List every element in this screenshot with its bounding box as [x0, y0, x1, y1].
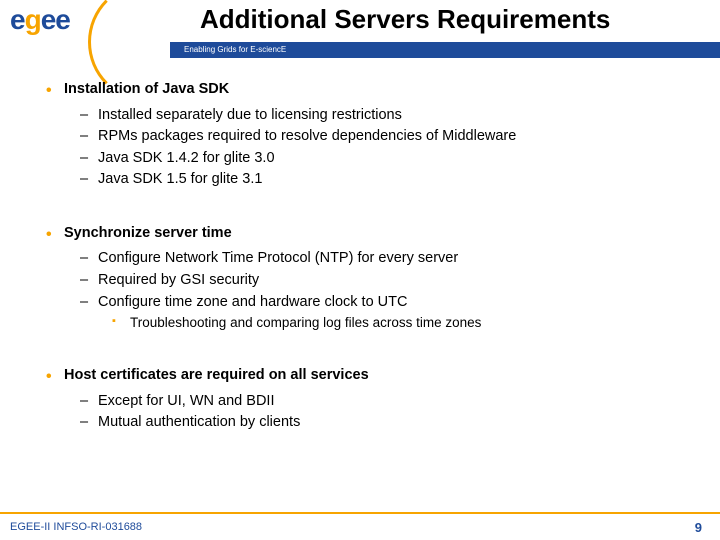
egee-logo: egee: [0, 0, 170, 60]
bullet-head: Installation of Java SDK: [44, 80, 690, 100]
sub-bullet: Installed separately due to licensing re…: [44, 106, 690, 126]
bullet-host-certs: Host certificates are required on all se…: [44, 366, 690, 433]
sub-bullet: RPMs packages required to resolve depend…: [44, 127, 690, 147]
slide-title: Additional Servers Requirements: [170, 0, 720, 35]
sub-bullet: Required by GSI security: [44, 271, 690, 291]
sub-bullet: Except for UI, WN and BDII: [44, 392, 690, 412]
bullet-java-sdk: Installation of Java SDK Installed separ…: [44, 80, 690, 190]
sub-sub-bullet: Troubleshooting and comparing log files …: [44, 314, 690, 332]
logo-letter-g: g: [25, 4, 41, 35]
slide-header: egee Additional Servers Requirements Ena…: [0, 0, 720, 60]
bullet-head: Host certificates are required on all se…: [44, 366, 690, 386]
bullet-sync-time: Synchronize server time Configure Networ…: [44, 224, 690, 332]
sub-bullet: Java SDK 1.4.2 for glite 3.0: [44, 149, 690, 169]
slide-footer: EGEE-II INFSO-RI-031688 9: [0, 512, 720, 540]
slide-number: 9: [695, 520, 702, 535]
slide-subtitle: Enabling Grids for E-sciencE: [170, 42, 720, 58]
logo-letter-e: e: [41, 4, 56, 35]
footer-reference: EGEE-II INFSO-RI-031688: [10, 521, 142, 533]
sub-bullet: Mutual authentication by clients: [44, 413, 690, 433]
bullet-head: Synchronize server time: [44, 224, 690, 244]
sub-bullet: Configure time zone and hardware clock t…: [44, 293, 690, 313]
title-area: Additional Servers Requirements Enabling…: [170, 0, 720, 60]
logo-letter-e: e: [55, 4, 70, 35]
logo-letter-e: e: [10, 4, 25, 35]
sub-bullet: Configure Network Time Protocol (NTP) fo…: [44, 249, 690, 269]
sub-bullet: Java SDK 1.5 for glite 3.1: [44, 170, 690, 190]
slide-content: Installation of Java SDK Installed separ…: [0, 60, 720, 433]
